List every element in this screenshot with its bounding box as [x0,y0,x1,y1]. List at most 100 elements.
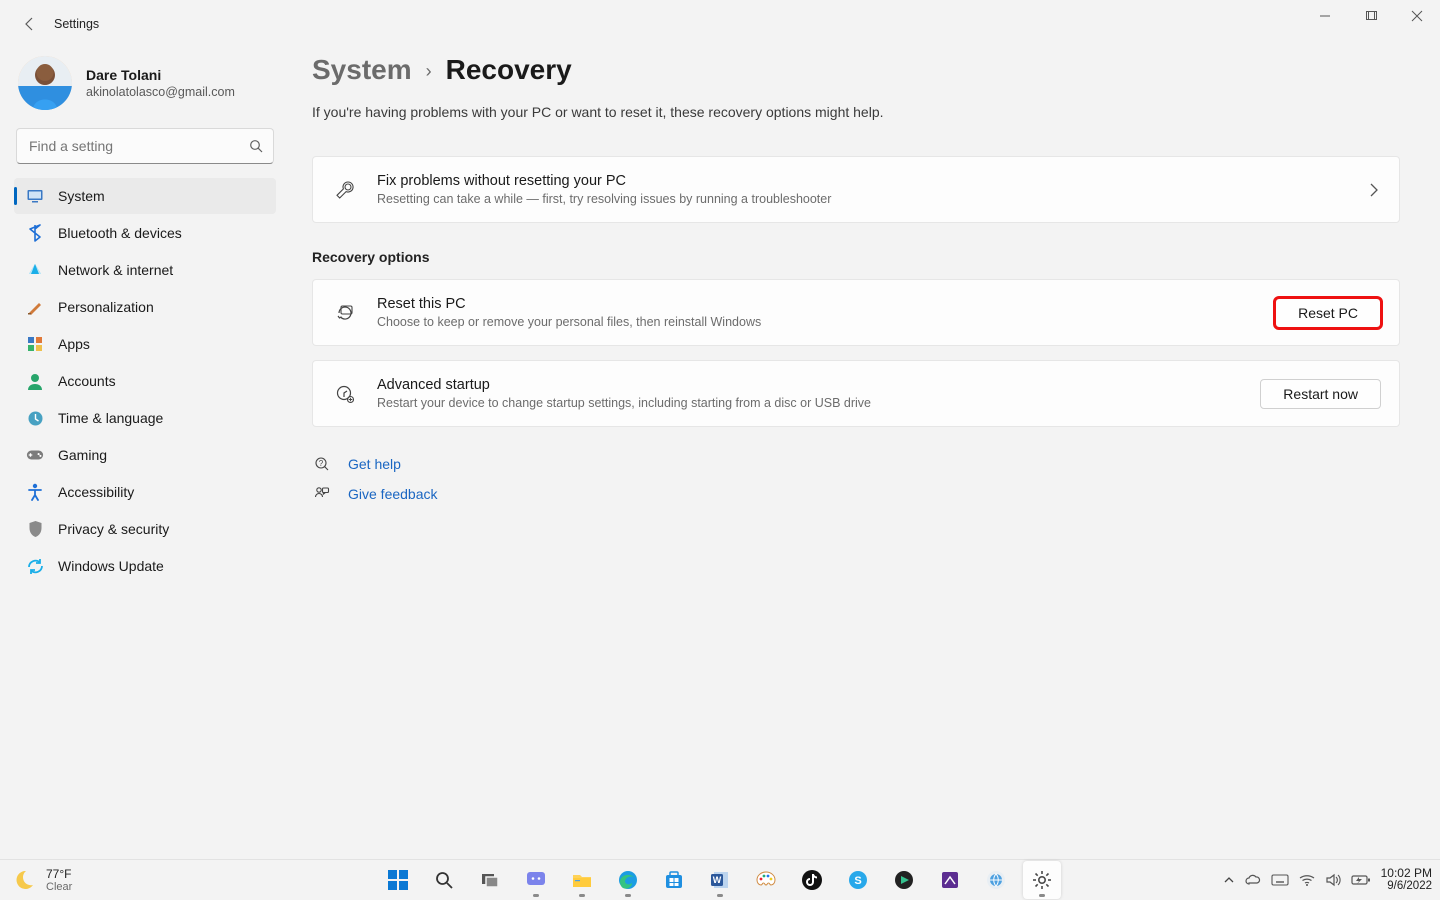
start-button[interactable] [379,861,417,899]
tray-chevron-icon[interactable] [1223,874,1235,886]
taskbar-tiktok[interactable] [793,861,831,899]
help-icon: ? [312,456,332,472]
taskbar-search[interactable] [425,861,463,899]
taskbar-word[interactable]: W [701,861,739,899]
taskbar-visualstudio[interactable] [931,861,969,899]
reset-pc-button[interactable]: Reset PC [1275,298,1381,328]
sidebar-item-network-internet[interactable]: Network & internet [14,252,276,288]
weather-temp: 77°F [46,868,72,880]
gaming-icon [26,446,44,464]
card-subtitle: Choose to keep or remove your personal f… [377,315,1275,329]
tray-battery-icon[interactable] [1351,874,1371,886]
sidebar-item-accessibility[interactable]: Accessibility [14,474,276,510]
taskbar-explorer[interactable] [563,861,601,899]
moon-icon [12,868,36,892]
get-help-link[interactable]: Get help [348,456,401,472]
sidebar-item-gaming[interactable]: Gaming [14,437,276,473]
card-subtitle: Resetting can take a while — first, try … [377,192,1367,206]
sidebar-item-apps[interactable]: Apps [14,326,276,362]
bluetooth-icon [26,224,44,242]
sidebar-item-accounts[interactable]: Accounts [14,363,276,399]
taskbar-clock[interactable]: 10:02 PM 9/6/2022 [1381,867,1432,893]
network-icon [26,261,44,279]
search-input[interactable] [27,137,249,155]
tray-volume-icon[interactable] [1325,873,1341,887]
personalization-icon [26,298,44,316]
taskbar-weather[interactable]: 77°F Clear [12,868,132,893]
tray-wifi-icon[interactable] [1299,874,1315,886]
taskbar-time: 10:02 PM [1381,867,1432,879]
feedback-icon [312,486,332,502]
section-header: Recovery options [312,249,1400,265]
sidebar: Dare Tolani akinolatolasco@gmail.com Sys… [0,48,290,860]
taskbar-center: W S [379,861,1061,899]
sidebar-item-label: Privacy & security [58,521,169,537]
sidebar-item-label: Time & language [58,410,163,426]
taskbar-date: 9/6/2022 [1381,881,1432,893]
task-view-button[interactable] [471,861,509,899]
wrench-icon [331,180,359,200]
card-title: Fix problems without resetting your PC [377,173,1367,189]
tray-onedrive-icon[interactable] [1245,874,1261,886]
system-icon [26,187,44,205]
taskbar-right: 10:02 PM 9/6/2022 [1223,867,1432,893]
page-description: If you're having problems with your PC o… [312,104,1400,120]
avatar [18,56,72,110]
chevron-right-icon [1367,183,1381,197]
sidebar-item-bluetooth-devices[interactable]: Bluetooth & devices [14,215,276,251]
taskbar-media[interactable] [885,861,923,899]
sidebar-item-system[interactable]: System [14,178,276,214]
search-box[interactable] [16,128,274,164]
sidebar-item-personalization[interactable]: Personalization [14,289,276,325]
restart-now-button[interactable]: Restart now [1260,379,1381,409]
taskbar-store[interactable] [655,861,693,899]
card-advanced-startup: Advanced startup Restart your device to … [312,360,1400,427]
card-title: Reset this PC [377,296,1275,312]
back-button[interactable] [10,4,50,44]
minimize-button[interactable] [1302,0,1348,32]
weather-cond: Clear [46,882,72,893]
breadcrumb: System › Recovery [312,54,1400,86]
reset-icon [331,303,359,323]
tray-keyboard-icon[interactable] [1271,874,1289,886]
sidebar-item-privacy-security[interactable]: Privacy & security [14,511,276,547]
user-email: akinolatolasco@gmail.com [86,85,235,99]
taskbar: 77°F Clear W S 10:02 PM 9/6/2022 [0,859,1440,900]
page-title: Recovery [446,54,572,86]
give-feedback-row[interactable]: Give feedback [312,479,1400,509]
card-fix-problems[interactable]: Fix problems without resetting your PC R… [312,156,1400,223]
taskbar-edge[interactable] [609,861,647,899]
sidebar-item-label: System [58,188,105,204]
maximize-button[interactable] [1348,0,1394,32]
apps-icon [26,335,44,353]
sidebar-item-time-language[interactable]: Time & language [14,400,276,436]
breadcrumb-root[interactable]: System [312,54,412,86]
taskbar-skype[interactable]: S [839,861,877,899]
accounts-icon [26,372,44,390]
sidebar-item-label: Accounts [58,373,116,389]
close-button[interactable] [1394,0,1440,32]
give-feedback-link[interactable]: Give feedback [348,486,438,502]
time-icon [26,409,44,427]
user-info[interactable]: Dare Tolani akinolatolasco@gmail.com [8,48,282,124]
main-pane: System › Recovery If you're having probl… [312,48,1400,860]
svg-text:W: W [713,875,722,885]
taskbar-paint[interactable] [747,861,785,899]
window-title: Settings [54,17,99,31]
card-reset-pc: Reset this PC Choose to keep or remove y… [312,279,1400,346]
sidebar-item-label: Personalization [58,299,154,315]
card-subtitle: Restart your device to change startup se… [377,396,1260,410]
taskbar-settings[interactable] [1023,861,1061,899]
titlebar: Settings [0,0,1440,48]
chevron-right-icon: › [426,61,432,82]
svg-text:S: S [854,875,861,887]
sidebar-item-label: Windows Update [58,558,164,574]
user-name: Dare Tolani [86,67,235,83]
taskbar-app[interactable] [977,861,1015,899]
taskbar-chat[interactable] [517,861,555,899]
get-help-row[interactable]: ? Get help [312,449,1400,479]
svg-text:?: ? [319,459,324,468]
sidebar-item-label: Accessibility [58,484,134,500]
sidebar-item-windows-update[interactable]: Windows Update [14,548,276,584]
card-title: Advanced startup [377,377,1260,393]
